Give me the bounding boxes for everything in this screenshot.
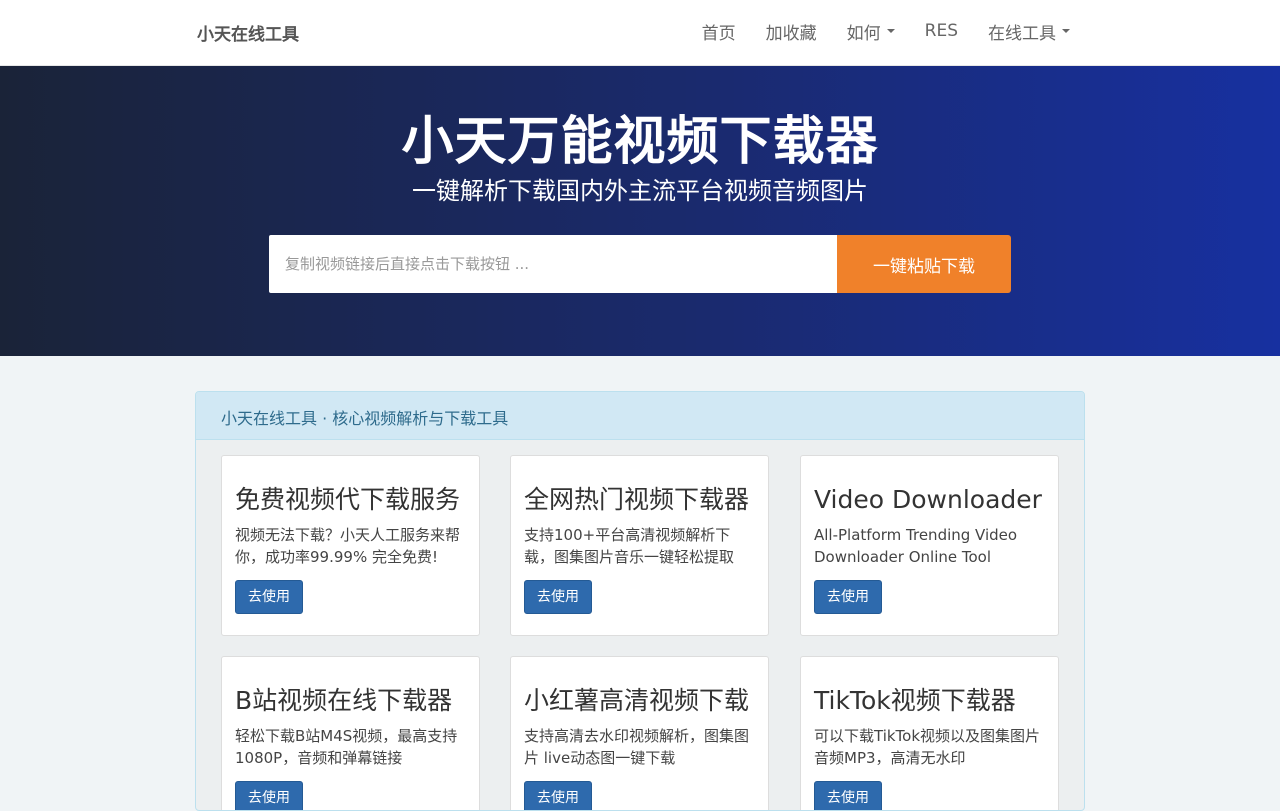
hero-banner: 小天万能视频下载器 一键解析下载国内外主流平台视频音频图片 一键粘贴下载 <box>0 66 1280 356</box>
tool-card: 免费视频代下载服务 视频无法下载？小天人工服务来帮你，成功率99.99% 完全免… <box>221 455 480 636</box>
nav-item-label: 加收藏 <box>765 23 817 44</box>
caret-down-icon <box>1062 29 1070 33</box>
tool-card-title: 小红薯高清视频下载 <box>524 686 750 715</box>
tool-card-desc: All-Platform Trending Video Downloader O… <box>814 526 1018 566</box>
tool-card: 小红薯高清视频下载 支持高清去水印视频解析，图集图片 live动态图一键下载 去… <box>510 656 769 810</box>
tool-card-title: 全网热门视频下载器 <box>524 485 750 514</box>
nav-menu: 首页 加收藏 如何 RES 在线工具 <box>672 0 1070 62</box>
paste-download-button[interactable]: 一键粘贴下载 <box>837 235 1011 293</box>
nav-item-howto[interactable]: 如何 <box>847 19 895 44</box>
tool-card: 全网热门视频下载器 支持100+平台高清视频解析下载，图集图片音乐一键轻松提取 … <box>510 455 769 636</box>
nav-item-bookmark[interactable]: 加收藏 <box>766 19 817 44</box>
tool-card-desc: 视频无法下载？小天人工服务来帮你，成功率99.99% 完全免费! <box>235 526 461 566</box>
use-tool-button[interactable]: 去使用 <box>524 580 592 614</box>
tool-card-title: TikTok视频下载器 <box>814 686 1016 715</box>
tool-card: Video Downloader All-Platform Trending V… <box>800 455 1059 636</box>
nav-item-label: 在线工具 <box>988 23 1056 44</box>
navbar: 小天在线工具 首页 加收藏 如何 RES 在线工具 <box>0 0 1280 66</box>
hero-title: 小天万能视频下载器 <box>401 112 879 172</box>
nav-item-label: 首页 <box>701 23 736 44</box>
tool-card-desc: 支持高清去水印视频解析，图集图片 live动态图一键下载 <box>524 727 750 767</box>
tool-card-desc: 轻松下载B站M4S视频，最高支持1080P，音频和弹幕链接 <box>235 727 458 767</box>
tools-panel: 小天在线工具 · 核心视频解析与下载工具 免费视频代下载服务 视频无法下载？小天… <box>195 391 1085 811</box>
tool-card-desc: 可以下载TikTok视频以及图集图片音频MP3，高清无水印 <box>814 727 1041 767</box>
nav-item-label: RES <box>924 21 958 41</box>
hero-subtitle: 一键解析下载国内外主流平台视频音频图片 <box>412 177 868 205</box>
tool-card: TikTok视频下载器 可以下载TikTok视频以及图集图片音频MP3，高清无水… <box>800 656 1059 810</box>
nav-item-label: 如何 <box>846 23 881 44</box>
caret-down-icon <box>886 29 895 33</box>
brand-logo-text[interactable]: 小天在线工具 <box>197 20 299 45</box>
nav-item-home[interactable]: 首页 <box>702 19 736 44</box>
nav-item-online-tools[interactable]: 在线工具 <box>988 19 1070 44</box>
nav-item-res[interactable]: RES <box>925 21 958 41</box>
tool-card: B站视频在线下载器 轻松下载B站M4S视频，最高支持1080P，音频和弹幕链接 … <box>221 656 480 810</box>
use-tool-button[interactable]: 去使用 <box>814 580 882 614</box>
video-url-input[interactable] <box>269 235 837 293</box>
tool-card-title: B站视频在线下载器 <box>235 686 453 715</box>
use-tool-button[interactable]: 去使用 <box>235 781 303 810</box>
use-tool-button[interactable]: 去使用 <box>814 781 882 810</box>
tool-card-desc: 支持100+平台高清视频解析下载，图集图片音乐一键轻松提取 <box>524 526 735 566</box>
tool-card-title: Video Downloader <box>814 485 1042 514</box>
use-tool-button[interactable]: 去使用 <box>524 781 592 810</box>
search-bar: 一键粘贴下载 <box>269 235 1011 293</box>
use-tool-button[interactable]: 去使用 <box>235 580 303 614</box>
panel-heading: 小天在线工具 · 核心视频解析与下载工具 <box>196 392 1084 440</box>
tool-card-title: 免费视频代下载服务 <box>235 485 461 514</box>
